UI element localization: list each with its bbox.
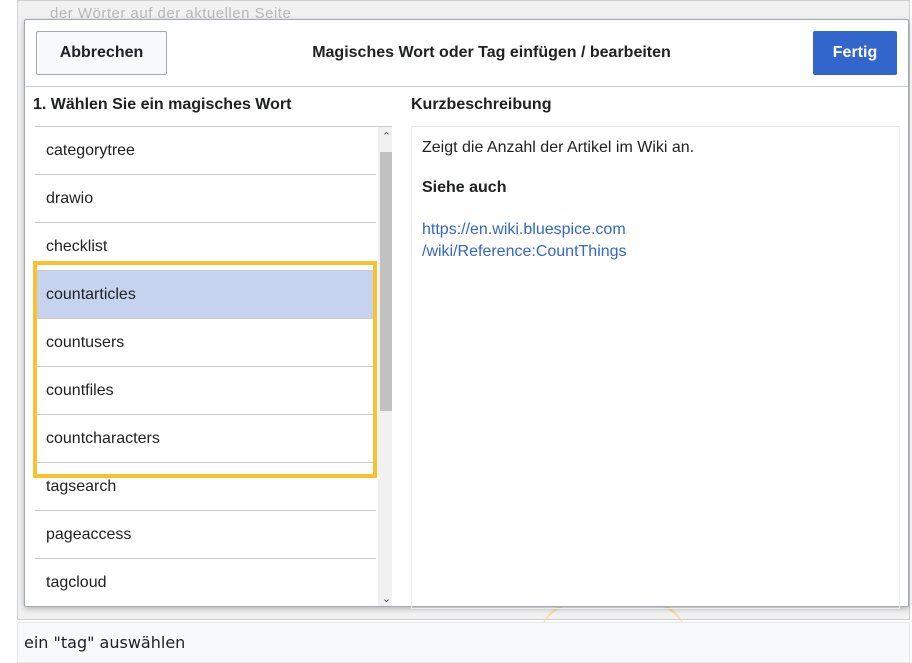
list-item-label: countusers xyxy=(46,333,125,351)
list-item[interactable]: countcharacters xyxy=(35,415,376,463)
list-item[interactable]: checklist xyxy=(35,223,376,271)
list-item-label: pageaccess xyxy=(46,525,132,543)
dialog-title: Magisches Wort oder Tag einfügen / bearb… xyxy=(312,44,671,61)
reference-link[interactable]: https://en.wiki.bluespice.com /wiki/Refe… xyxy=(422,219,889,263)
list-item-label: categorytree xyxy=(46,141,135,159)
description-heading: Kurzbeschreibung xyxy=(411,96,552,113)
scroll-up-icon[interactable]: ⌃ xyxy=(378,127,392,145)
description-panel: Zeigt die Anzahl der Artikel im Wiki an.… xyxy=(411,126,900,609)
list-item-label: checklist xyxy=(46,237,108,255)
list-item-label: countarticles xyxy=(46,285,136,303)
list-item[interactable]: countusers xyxy=(35,319,376,367)
see-also-heading: Siehe auch xyxy=(422,179,507,196)
magic-word-list[interactable]: categorytree drawio checklist countarticles… xyxy=(35,126,392,606)
list-item-label: countfiles xyxy=(46,381,114,399)
scrollbar-thumb[interactable] xyxy=(380,152,392,411)
list-item[interactable]: drawio xyxy=(35,175,376,223)
list-item-label: drawio xyxy=(46,189,94,207)
list-item[interactable]: tagsearch xyxy=(35,463,376,511)
list-scrollbar[interactable]: ⌃ ⌄ xyxy=(378,127,392,606)
scroll-down-icon[interactable]: ⌄ xyxy=(378,589,392,606)
header-divider xyxy=(25,86,908,87)
reference-link-line2: /wiki/Reference:CountThings xyxy=(422,243,627,260)
magic-word-dialog: Abbrechen Magisches Wort oder Tag einfüg… xyxy=(24,19,909,609)
list-item[interactable]: pageaccess xyxy=(35,511,376,559)
list-item-label: countcharacters xyxy=(46,429,160,447)
list-item-label: tagsearch xyxy=(46,477,117,495)
image-caption: ein "tag" auswählen xyxy=(17,622,910,663)
list-item[interactable]: countarticles xyxy=(35,271,376,319)
list-item[interactable]: countfiles xyxy=(35,367,376,415)
cancel-button[interactable]: Abbrechen xyxy=(36,31,167,75)
list-items: categorytree drawio checklist countarticles… xyxy=(35,127,376,606)
list-item-label: tagcloud xyxy=(46,573,107,591)
reference-link-line1: https://en.wiki.bluespice.com xyxy=(422,221,626,238)
description-text: Zeigt die Anzahl der Artikel im Wiki an. xyxy=(422,139,695,156)
done-button[interactable]: Fertig xyxy=(813,31,897,75)
list-item[interactable]: tagcloud xyxy=(35,559,376,606)
list-heading: 1. Wählen Sie ein magisches Wort xyxy=(33,96,292,113)
list-item[interactable]: categorytree xyxy=(35,127,376,175)
